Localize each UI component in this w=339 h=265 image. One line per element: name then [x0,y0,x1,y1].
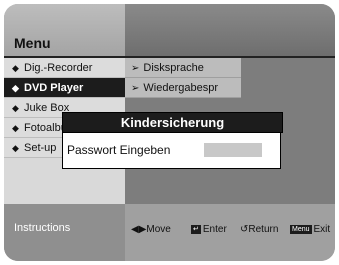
arrow-right-icon: ➢ [131,63,140,74]
diamond-icon: ◆ [12,143,19,153]
hint-label: Exit [313,224,331,235]
diamond-icon: ◆ [12,63,19,73]
diamond-icon: ◆ [12,123,19,133]
password-input[interactable] [204,143,262,157]
hint-enter: ↵ Enter [191,224,227,235]
footer-left: Instructions [4,204,125,261]
menu-key-icon: Menu [290,224,312,234]
tv-screen: Menu ◆ Dig.-Recorder ◆ DVD Player ◆ Juke Bo… [4,4,335,261]
submenu-item-label: Wiedergabespr [143,82,218,94]
main-menu-item-dig-recorder[interactable]: ◆ Dig.-Recorder [4,58,125,78]
footer-bar: Instructions ◀▶Move ↵ Enter ↺Return Menu E… [4,204,335,261]
submenu-item-label: Disksprache [143,62,204,74]
hint-label: Move [146,224,171,235]
arrow-right-icon: ➢ [131,83,140,94]
main-menu-item-label: Dig.-Recorder [24,62,93,74]
instructions-label: Instructions [14,222,71,234]
password-dialog: Passwort Eingeben [62,132,281,169]
enter-key-icon: ↵ [191,224,201,234]
menu-title: Menu [14,35,51,51]
header-left: Menu [4,4,125,58]
submenu-item-wiedergabespr[interactable]: ➢ Wiedergabespr [125,78,241,98]
hint-return: ↺Return [240,224,278,235]
hint-exit: Menu Exit [290,224,330,235]
diamond-icon: ◆ [12,103,19,113]
main-menu-item-label: Set-up [24,142,57,154]
move-arrows-icon: ◀▶ [131,224,147,235]
dialog-title: Kindersicherung [62,112,283,133]
main-menu-item-dvd-player[interactable]: ◆ DVD Player [4,78,125,98]
main-menu-item-label: DVD Player [24,82,84,94]
submenu-item-disksprache[interactable]: ➢ Disksprache [125,58,241,78]
password-label: Passwort Eingeben [67,143,171,157]
hint-label: Return [248,224,279,235]
hint-label: Enter [202,224,227,235]
diamond-icon: ◆ [12,83,19,93]
header-right [125,4,335,58]
hint-move: ◀▶Move [131,224,171,235]
